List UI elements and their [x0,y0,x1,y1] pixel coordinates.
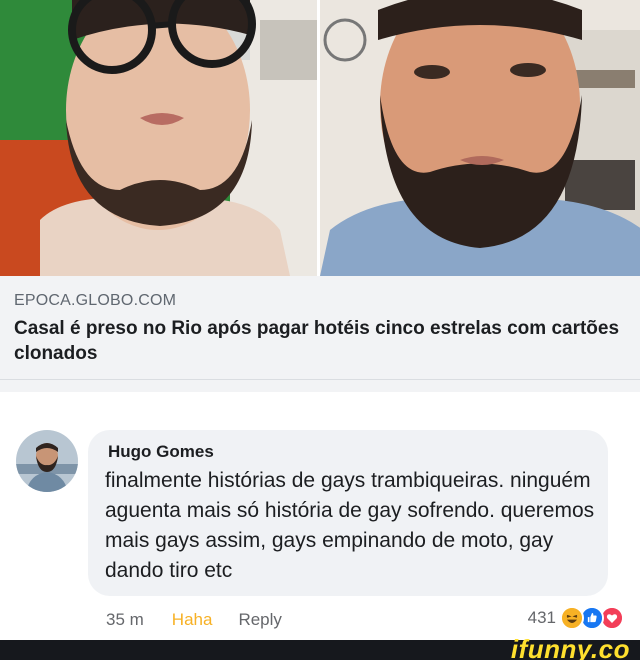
comment-section: Hugo Gomes finalmente histórias de gays … [0,392,640,640]
avatar[interactable] [16,430,78,492]
photo-man-with-glasses [0,0,317,276]
avatar-photo [16,430,78,492]
ifunny-watermark: ifunny.co [510,634,630,660]
reaction-summary[interactable]: 431 [528,604,624,632]
comment-author[interactable]: Hugo Gomes [108,442,214,462]
comment-text: finalmente histórias de gays trambiqueir… [105,469,595,582]
portrait-glasses-illustration [0,0,317,276]
comment-bubble: Hugo Gomes finalmente histórias de gays … [88,430,608,596]
reaction-haha-button[interactable]: Haha [172,610,213,630]
reply-button[interactable]: Reply [238,610,281,630]
link-headline[interactable]: Casal é preso no Rio após pagar hotéis c… [14,316,626,366]
comment-actions: 35 m Haha Reply [106,608,282,632]
photo-man-bearded [317,0,640,276]
reaction-count: 431 [527,608,556,627]
portrait-bearded-illustration [320,0,640,276]
comment-timestamp[interactable]: 35 m [106,610,144,630]
reaction-icons [560,604,624,632]
link-preview-card[interactable]: EPOCA.GLOBO.COM Casal é preso no Rio apó… [0,276,640,380]
link-domain: EPOCA.GLOBO.COM [14,292,177,309]
news-photo-pair[interactable] [0,0,640,276]
haha-icon [560,606,584,630]
